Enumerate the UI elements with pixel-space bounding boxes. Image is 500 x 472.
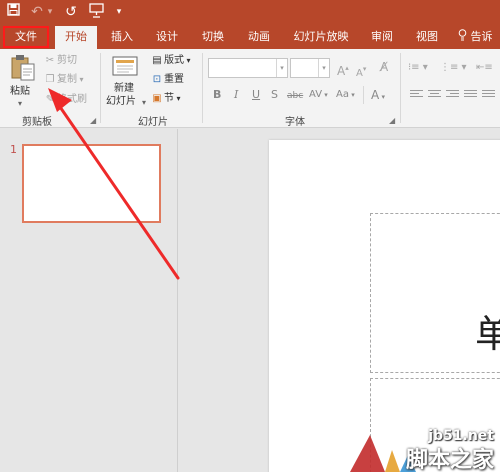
clipboard-launcher-icon[interactable]: ◢ xyxy=(90,116,96,125)
underline-button[interactable]: U xyxy=(252,89,260,101)
new-slide-dropdown-icon[interactable]: ▾ xyxy=(142,96,146,109)
section-icon: ▣ xyxy=(152,93,162,104)
new-slide-label-1: 新建 xyxy=(114,83,134,94)
customize-qat-icon[interactable]: ▾ xyxy=(110,3,128,21)
shadow-icon: S xyxy=(271,88,278,101)
char-spacing-button[interactable]: AV ▾ xyxy=(309,89,328,101)
undo-dropdown-icon[interactable]: ▾ xyxy=(41,3,59,21)
cut-label: 剪切 xyxy=(57,55,77,66)
italic-icon: I xyxy=(234,88,239,101)
paste-icon xyxy=(10,54,36,85)
tab-transitions[interactable]: 切换 xyxy=(193,24,233,49)
save-icon[interactable] xyxy=(4,3,22,21)
group-divider xyxy=(202,53,203,123)
cut-button[interactable]: ✂ 剪切 xyxy=(43,54,77,68)
paste-button[interactable]: 粘贴 ▾ xyxy=(8,54,38,108)
title-text[interactable]: 单 xyxy=(475,312,500,356)
grow-font-icon: A xyxy=(337,64,346,78)
copy-label: 复制 xyxy=(57,74,77,85)
font-size-combo[interactable]: ▾ xyxy=(290,58,330,78)
ribbon-tab-row: 文件 开始 插入 设计 切换 动画 幻灯片放映 审阅 视图 告诉 xyxy=(0,24,500,49)
bullets-button[interactable]: ⁝≡ ▾ xyxy=(408,61,428,75)
group-divider xyxy=(100,53,101,123)
justify-icon[interactable] xyxy=(464,90,477,100)
lightbulb-icon xyxy=(458,29,471,43)
reset-icon: ⊡ xyxy=(152,74,162,85)
bold-button[interactable]: B xyxy=(213,89,221,101)
italic-button[interactable]: I xyxy=(234,89,238,101)
layout-button[interactable]: ▤ 版式 ▾ xyxy=(150,54,190,68)
group-divider xyxy=(400,53,401,123)
tab-home[interactable]: 开始 xyxy=(55,26,97,49)
align-right-icon[interactable] xyxy=(446,90,459,100)
tab-view[interactable]: 视图 xyxy=(407,24,447,49)
font-launcher-icon[interactable]: ◢ xyxy=(389,116,395,125)
bullet-list-icon: ⁝≡ ▾ xyxy=(408,62,428,73)
redo-icon[interactable]: ↺ xyxy=(62,3,80,21)
align-center-icon[interactable] xyxy=(428,90,441,100)
paste-dropdown-icon[interactable]: ▾ xyxy=(18,97,22,110)
indent-button[interactable]: ⇤≡ xyxy=(476,61,493,75)
numbered-list-icon: ⋮≡ ▾ xyxy=(440,62,467,73)
change-case-button[interactable]: Aa ▾ xyxy=(336,89,355,101)
tab-animations[interactable]: 动画 xyxy=(239,24,279,49)
font-color-button[interactable]: A ▾ xyxy=(371,89,385,103)
align-left-icon[interactable] xyxy=(410,90,423,100)
watermark-name: 脚本之家 xyxy=(405,448,494,472)
char-spacing-icon: AV xyxy=(309,89,323,100)
font-name-dropdown-icon[interactable]: ▾ xyxy=(276,59,287,77)
tell-me-box[interactable]: 告诉 xyxy=(458,24,493,49)
tab-file[interactable]: 文件 xyxy=(3,26,49,48)
slide-thumbnail[interactable] xyxy=(22,144,161,223)
font-name-combo[interactable]: ▾ xyxy=(208,58,288,78)
distributed-icon[interactable] xyxy=(482,90,495,100)
slide-number: 1 xyxy=(10,143,17,156)
strikethrough-button[interactable]: abc xyxy=(287,90,303,102)
clear-format-icon: A̸ xyxy=(380,60,389,74)
font-size-dropdown-icon[interactable]: ▾ xyxy=(318,59,329,77)
grow-font-button[interactable]: A▴ xyxy=(337,61,349,78)
font-group-label: 字体 xyxy=(285,117,305,128)
bold-icon: B xyxy=(213,88,222,101)
inline-divider xyxy=(363,86,364,104)
tab-insert[interactable]: 插入 xyxy=(103,24,141,49)
font-color-icon: A xyxy=(371,88,380,102)
tell-me-label: 告诉 xyxy=(470,30,493,43)
paintbrush-icon: ✎ xyxy=(45,94,55,105)
indent-icon: ⇤≡ xyxy=(476,62,493,73)
tab-slideshow[interactable]: 幻灯片放映 xyxy=(285,24,357,49)
copy-icon: ❐ xyxy=(45,74,55,85)
reset-label: 重置 xyxy=(164,74,184,85)
numbering-button[interactable]: ⋮≡ ▾ xyxy=(440,61,467,75)
format-painter-label: 格式刷 xyxy=(57,94,87,105)
slides-group-label: 幻灯片 xyxy=(138,117,168,128)
watermark: jb51.net 脚本之家 xyxy=(300,395,500,472)
new-slide-button[interactable]: 新建 幻灯片 ▾ xyxy=(106,54,146,110)
title-bar: ↶ ▾ ↺ ▾ xyxy=(0,0,500,24)
tab-design[interactable]: 设计 xyxy=(147,24,187,49)
format-painter-button[interactable]: ✎ 格式刷 xyxy=(43,93,87,107)
section-button[interactable]: ▣ 节 ▾ xyxy=(150,92,180,106)
new-slide-label-2: 幻灯片 xyxy=(106,96,136,107)
strikethrough-icon: abc xyxy=(287,91,304,101)
new-slide-icon xyxy=(112,54,140,81)
present-from-start-icon[interactable] xyxy=(88,3,106,23)
shadow-button[interactable]: S xyxy=(271,89,278,101)
scissors-icon: ✂ xyxy=(45,55,55,66)
shrink-font-icon: A xyxy=(356,68,363,79)
tab-review[interactable]: 审阅 xyxy=(363,24,401,49)
change-case-icon: Aa xyxy=(336,89,349,100)
clipboard-group-label: 剪贴板 xyxy=(22,117,52,128)
section-label: 节 xyxy=(164,93,174,104)
copy-button[interactable]: ❐ 复制 ▾ xyxy=(43,73,84,87)
shrink-font-button[interactable]: A▾ xyxy=(356,62,366,81)
underline-icon: U xyxy=(252,88,261,101)
clear-format-button[interactable]: A̸ xyxy=(380,60,388,74)
layout-icon: ▤ xyxy=(152,55,162,66)
reset-button[interactable]: ⊡ 重置 xyxy=(150,73,184,87)
layout-label: 版式 xyxy=(164,55,184,66)
